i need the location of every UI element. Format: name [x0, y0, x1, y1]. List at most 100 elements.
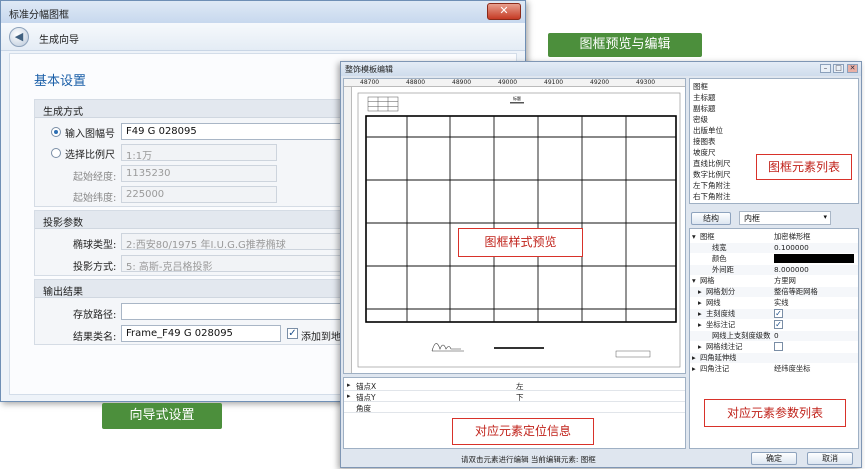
radio-scale[interactable] — [51, 148, 61, 158]
radio-scale-label: 选择比例尺 — [65, 150, 115, 161]
element-list-item[interactable]: 主标题 — [693, 92, 716, 103]
param-row[interactable]: ▸ 坐标注记 ✓ — [690, 320, 858, 330]
ok-button[interactable]: 确定 — [751, 452, 797, 465]
template-editor-window: 整饰模板编辑 – □ ✕ 48700 48800 48900 49000 491… — [340, 61, 862, 468]
param-row[interactable]: ▸ 网格线注记 — [690, 342, 858, 352]
left-ruler — [344, 87, 352, 373]
param-row[interactable]: ▸ 网格划分 整倍等距网格 — [690, 287, 858, 297]
expander-icon[interactable]: ▸ — [698, 298, 702, 307]
expander-icon[interactable]: ▸ — [698, 309, 702, 318]
top-ruler: 48700 48800 48900 49000 49100 49200 4930… — [344, 79, 685, 87]
radio-sheet-number-label: 输入图幅号 — [65, 129, 115, 140]
param-row[interactable]: ▸ 四角注记 经纬度坐标 — [690, 364, 858, 374]
param-value[interactable]: 实线 — [774, 298, 789, 308]
element-list-item[interactable]: 接图表 — [693, 136, 716, 147]
param-value[interactable]: 整倍等距网格 — [774, 287, 818, 297]
param-value[interactable]: 加密梯形框 — [774, 232, 810, 242]
param-key: 外间距 — [712, 265, 734, 274]
wizard-title-bar[interactable]: 标准分幅图框 ✕ — [1, 1, 525, 23]
maximize-icon[interactable]: □ — [833, 64, 844, 73]
param-row[interactable]: ▸ 主刻度线 ✓ — [690, 309, 858, 319]
back-arrow-icon[interactable]: ◀ — [9, 27, 29, 47]
element-list-item[interactable]: 坡度尺 — [693, 147, 716, 158]
loc-row[interactable]: 角度 — [344, 403, 685, 413]
cancel-button[interactable]: 取消 — [807, 452, 853, 465]
param-row[interactable]: ▾ 网格 方里网 — [690, 276, 858, 286]
param-row[interactable]: ▸ 网线 实线 — [690, 298, 858, 308]
element-list-item[interactable]: 左下角附注 — [693, 180, 731, 191]
expander-icon[interactable]: ▸ — [698, 320, 702, 329]
annotation-location: 对应元素定位信息 — [452, 418, 594, 445]
wizard-title: 标准分幅图框 — [9, 10, 69, 21]
param-value[interactable]: 经纬度坐标 — [774, 364, 810, 374]
tick-label: 49200 — [590, 79, 610, 86]
status-text: 请双击元素进行编辑 当前编辑元素: 图框 — [461, 455, 596, 464]
param-checkbox[interactable] — [774, 342, 783, 351]
element-list-item[interactable]: 图框 — [693, 81, 708, 92]
loc-key: 锚点Y — [356, 393, 376, 402]
param-row[interactable]: ▸ 四角延伸线 — [690, 353, 858, 363]
param-key: 图框 — [700, 232, 715, 241]
element-list-item[interactable]: 出版单位 — [693, 125, 723, 136]
param-key: 坐标注记 — [706, 320, 736, 329]
close-icon[interactable]: ✕ — [847, 64, 858, 73]
loc-value[interactable]: 左 — [516, 381, 524, 392]
element-location-panel[interactable]: ▸ 锚点X 左 ▸ 锚点Y 下 角度 对应元素定位信息 — [343, 377, 686, 449]
frame-preview-panel[interactable]: 48700 48800 48900 49000 49100 49200 4930… — [343, 78, 686, 374]
tick-label: 48700 — [360, 79, 380, 86]
param-key: 网格线注记 — [706, 342, 743, 351]
param-value[interactable]: 0.100000 — [774, 243, 809, 252]
expander-icon[interactable]: ▾ — [692, 232, 696, 241]
frame-element-list[interactable]: 图框 主标题 副标题 密级 出版单位 接图表 坡度尺 直线比例尺 数字比例尺 左… — [689, 78, 859, 204]
expander-icon[interactable]: ▾ — [692, 276, 696, 285]
close-icon[interactable]: ✕ — [487, 3, 521, 20]
annotation-element-list: 图框元素列表 — [756, 154, 852, 180]
scale-select[interactable]: 1:1万 — [121, 144, 277, 162]
expander-icon: ▸ — [347, 381, 351, 389]
color-swatch[interactable] — [774, 254, 854, 263]
expander-icon[interactable]: ▸ — [692, 353, 696, 362]
add-to-map-checkbox[interactable]: ✓ — [287, 328, 298, 339]
tick-label: 49100 — [544, 79, 564, 86]
wizard-nav-bar: ◀ 生成向导 — [1, 23, 525, 51]
param-row[interactable]: 颜色 — [690, 254, 858, 264]
start-lon-input[interactable]: 1135230 — [121, 165, 277, 182]
annotation-preview: 图框样式预览 — [458, 228, 583, 257]
param-key: 网线上支刻度级数 — [712, 331, 771, 340]
param-value[interactable]: 方里网 — [774, 276, 796, 286]
loc-row[interactable]: ▸ 锚点X 左 — [344, 381, 685, 391]
structure-button[interactable]: 结构 — [691, 212, 731, 225]
param-row[interactable]: 网线上支刻度级数 0 — [690, 331, 858, 341]
param-row[interactable]: ▾ 图框 加密梯形框 — [690, 232, 858, 242]
projection-label: 投影方式: — [73, 262, 117, 273]
param-value[interactable]: 8.000000 — [774, 265, 809, 274]
param-checkbox[interactable]: ✓ — [774, 320, 783, 329]
loc-value[interactable]: 下 — [516, 392, 524, 403]
element-list-item[interactable]: 直线比例尺 — [693, 158, 731, 169]
loc-row[interactable]: ▸ 锚点Y 下 — [344, 392, 685, 402]
element-list-item[interactable]: 副标题 — [693, 103, 716, 114]
editor-title-bar[interactable]: 整饰模板编辑 – □ ✕ — [341, 62, 861, 76]
expander-icon[interactable]: ▸ — [698, 287, 702, 296]
element-param-list[interactable]: ▾ 图框 加密梯形框 线宽 0.100000 颜色 外间距 8.000000 ▾ 网格 方里网 ▸ 网格… — [689, 228, 859, 449]
param-value[interactable]: 0 — [774, 331, 779, 340]
section-title: 基本设置 — [34, 74, 87, 89]
minimize-icon[interactable]: – — [820, 64, 831, 73]
element-list-item[interactable]: 右下角附注 — [693, 191, 731, 202]
element-list-item[interactable]: 数字比例尺 — [693, 169, 731, 180]
group-header-label: 输出结果 — [43, 287, 83, 298]
param-row[interactable]: 线宽 0.100000 — [690, 243, 858, 253]
start-lat-input[interactable]: 225000 — [121, 186, 277, 203]
param-key: 四角延伸线 — [700, 353, 737, 362]
expander-icon[interactable]: ▸ — [692, 364, 696, 373]
element-list-item[interactable]: 密级 — [693, 114, 708, 125]
structure-select[interactable]: 内框 ▾ — [739, 211, 831, 225]
classname-input[interactable]: Frame_F49 G 028095 — [121, 325, 281, 342]
radio-sheet-number[interactable] — [51, 127, 61, 137]
param-row[interactable]: 外间距 8.000000 — [690, 265, 858, 275]
param-checkbox[interactable]: ✓ — [774, 309, 783, 318]
expander-icon[interactable]: ▸ — [698, 342, 702, 351]
param-key: 网线 — [706, 298, 721, 307]
wizard-nav-label: 生成向导 — [39, 35, 79, 46]
tick-label: 48900 — [452, 79, 472, 86]
